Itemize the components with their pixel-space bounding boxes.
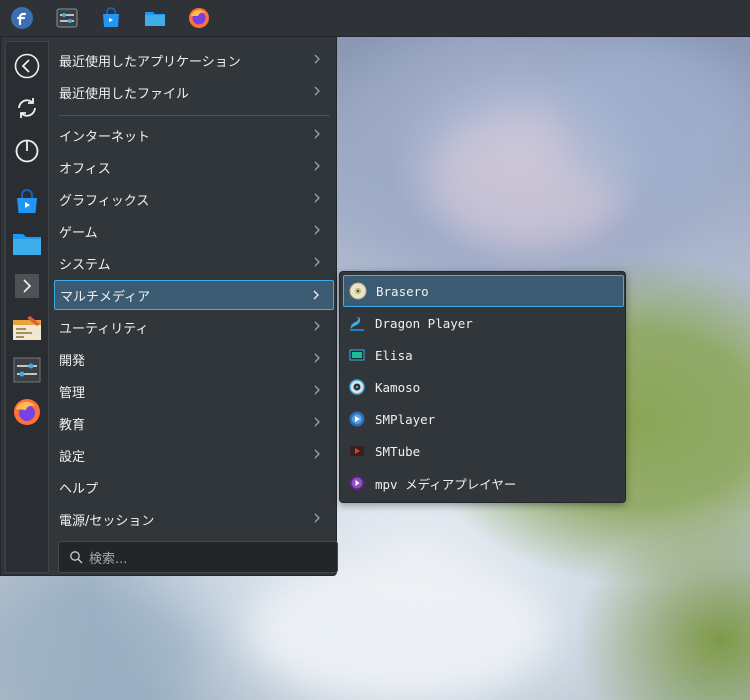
menu-item-multimedia[interactable]: マルチメディア: [54, 280, 334, 310]
power-icon[interactable]: [11, 134, 43, 166]
submenu-item-label: SMTube: [375, 443, 421, 459]
menu-item-utilities[interactable]: ユーティリティ: [54, 312, 334, 342]
submenu-item-label: Dragon Player: [375, 315, 473, 331]
menu-item-label: システム: [59, 257, 111, 273]
menu-item-label: 開発: [59, 353, 86, 369]
submenu-item-mpv[interactable]: mpv メディアプレイヤー: [343, 467, 624, 499]
restart-icon[interactable]: [11, 92, 43, 124]
menu-item-games[interactable]: ゲーム: [54, 216, 334, 246]
multimedia-submenu: Brasero Dragon Player Elisa Kamoso SMPlayer S…: [339, 271, 626, 503]
menu-item-label: 最近使用したファイル: [59, 86, 190, 102]
back-icon[interactable]: [11, 50, 43, 82]
chevron-right-icon: [314, 193, 320, 203]
brasero-disc-icon: [349, 282, 367, 300]
menu-item-help[interactable]: ヘルプ: [54, 472, 334, 502]
discover-store-icon[interactable]: [11, 186, 43, 218]
chevron-right-icon: [314, 417, 320, 427]
submenu-item-dragon-player[interactable]: Dragon Player: [343, 307, 624, 339]
chevron-right-icon: [314, 513, 320, 523]
menu-item-graphics[interactable]: グラフィックス: [54, 184, 334, 214]
smplayer-icon: [348, 410, 366, 428]
text-editor-icon[interactable]: [11, 312, 43, 344]
menu-item-system[interactable]: システム: [54, 248, 334, 278]
menu-item-label: 管理: [59, 385, 86, 401]
submenu-item-brasero[interactable]: Brasero: [343, 275, 624, 307]
favorites-sidebar: [5, 41, 49, 573]
top-panel: [0, 0, 750, 37]
file-manager-icon[interactable]: [142, 5, 168, 31]
menu-item-label: ヘルプ: [59, 481, 99, 497]
menu-item-education[interactable]: 教育: [54, 408, 334, 438]
chevron-right-icon: [313, 290, 319, 300]
terminal-icon[interactable]: [11, 270, 43, 302]
search-field[interactable]: 検索...: [58, 541, 338, 573]
elisa-icon: [348, 346, 366, 364]
submenu-item-smplayer[interactable]: SMPlayer: [343, 403, 624, 435]
menu-item-label: ゲーム: [59, 225, 98, 241]
menu-item-recent-files[interactable]: 最近使用したファイル: [54, 77, 334, 107]
kamoso-camera-icon: [348, 378, 366, 396]
menu-item-label: グラフィックス: [59, 193, 150, 209]
settings-sliders-icon[interactable]: [11, 354, 43, 386]
discover-store-icon[interactable]: [98, 5, 124, 31]
menu-item-recent-apps[interactable]: 最近使用したアプリケーション: [54, 45, 334, 75]
menu-separator: [59, 115, 330, 116]
menu-item-label: 電源/セッション: [59, 513, 155, 529]
chevron-right-icon: [314, 321, 320, 331]
chevron-right-icon: [314, 161, 320, 171]
menu-item-label: マルチメディア: [60, 289, 151, 305]
chevron-right-icon: [314, 353, 320, 363]
menu-item-label: 設定: [59, 449, 86, 465]
chevron-right-icon: [314, 449, 320, 459]
fedora-launcher-icon[interactable]: [9, 5, 35, 31]
chevron-right-icon: [314, 225, 320, 235]
menu-item-label: インターネット: [59, 129, 151, 145]
application-launcher: 最近使用したアプリケーション 最近使用したファイル インターネット オフィスグラフ…: [0, 36, 338, 576]
menu-item-label: ユーティリティ: [59, 321, 149, 337]
submenu-item-kamoso[interactable]: Kamoso: [343, 371, 624, 403]
submenu-item-label: mpv メディアプレイヤー: [375, 476, 517, 492]
firefox-icon[interactable]: [186, 5, 212, 31]
menu-item-administration[interactable]: 管理: [54, 376, 334, 406]
submenu-item-label: Kamoso: [375, 379, 421, 395]
menu-item-power-session[interactable]: 電源/セッション: [54, 504, 334, 534]
submenu-item-elisa[interactable]: Elisa: [343, 339, 624, 371]
search-placeholder: 検索...: [89, 551, 128, 567]
submenu-item-label: SMPlayer: [375, 411, 436, 427]
menu-item-office[interactable]: オフィス: [54, 152, 334, 182]
menu-item-development[interactable]: 開発: [54, 344, 334, 374]
chevron-right-icon: [314, 86, 320, 96]
menu-item-label: 教育: [59, 417, 86, 433]
submenu-item-label: Brasero: [376, 283, 429, 299]
menu-item-settings[interactable]: 設定: [54, 440, 334, 470]
menu-item-label: オフィス: [59, 161, 111, 177]
search-icon: [70, 551, 83, 564]
chevron-right-icon: [314, 54, 320, 64]
submenu-item-smtube[interactable]: SMTube: [343, 435, 624, 467]
chevron-right-icon: [314, 257, 320, 267]
submenu-item-label: Elisa: [375, 347, 413, 363]
menu-item-internet[interactable]: インターネット: [54, 120, 334, 150]
system-settings-icon[interactable]: [54, 5, 80, 31]
firefox-icon[interactable]: [11, 396, 43, 428]
chevron-right-icon: [314, 129, 320, 139]
chevron-right-icon: [314, 385, 320, 395]
smtube-icon: [348, 442, 366, 460]
menu-item-label: 最近使用したアプリケーション: [59, 54, 241, 70]
dragon-player-icon: [348, 314, 366, 332]
mpv-icon: [348, 474, 366, 492]
folder-icon[interactable]: [11, 228, 43, 260]
